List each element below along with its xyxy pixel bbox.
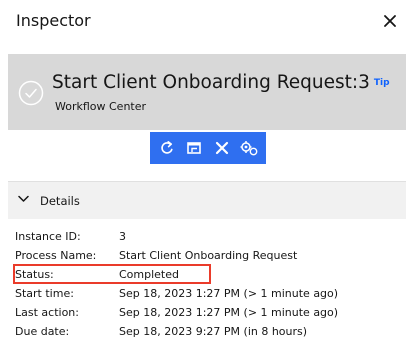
close-icon [215,141,228,155]
detail-label: Start time: [15,287,74,300]
detail-value: Sep 18, 2023 1:27 PM (> 1 minute ago) [119,287,339,300]
close-inspector-button[interactable] [375,6,405,36]
detail-row-start-time: Start time: Sep 18, 2023 1:27 PM (> 1 mi… [15,284,410,303]
chevron-down-icon [18,195,29,202]
action-toolbar [150,132,266,164]
settings-icon [240,141,258,156]
process-instance-name: Start Client Onboarding Request:3 [52,72,370,93]
detail-row-status: Status: Completed [15,265,410,284]
detail-label: Last action: [15,306,79,319]
inspector-title: Inspector [16,11,91,30]
detail-label: Instance ID: [15,230,81,243]
close-icon [384,15,396,27]
details-list: Instance ID: 3 Process Name: Start Clien… [15,227,410,341]
refresh-icon [161,141,173,154]
details-section-toggle[interactable]: Details [8,181,406,219]
detail-row-instance-id: Instance ID: 3 [15,227,410,246]
open-window-icon [187,142,202,154]
detail-value: 3 [119,230,126,243]
detail-row-process-name: Process Name: Start Client Onboarding Re… [15,246,410,265]
process-header: Start Client Onboarding Request:3 Tip Wor… [8,54,406,130]
detail-value: Start Client Onboarding Request [119,249,298,262]
detail-label: Status: [15,268,54,281]
details-section-label: Details [40,194,80,208]
settings-button[interactable] [236,135,262,161]
detail-row-due-date: Due date: Sep 18, 2023 9:27 PM (in 8 hou… [15,322,410,341]
detail-value: Sep 18, 2023 1:27 PM (> 1 minute ago) [119,306,339,319]
inspector-topbar: Inspector [0,0,415,42]
status-value: Completed [119,268,179,281]
refresh-button[interactable] [154,135,180,161]
detail-row-last-action: Last action: Sep 18, 2023 1:27 PM (> 1 m… [15,303,410,322]
process-app-name: Workflow Center [55,100,147,113]
detail-label: Process Name: [15,249,97,262]
detail-value: Sep 18, 2023 9:27 PM (in 8 hours) [119,325,308,338]
tip-link[interactable]: Tip [374,78,390,88]
detail-label: Due date: [15,325,70,338]
inspector-panel: Inspector Start Client Onboarding Reques… [0,0,415,345]
process-instance-title: Start Client Onboarding Request:3 Tip [52,71,390,95]
terminate-button[interactable] [209,135,235,161]
open-in-window-button[interactable] [181,135,207,161]
completed-check-icon [18,80,44,106]
